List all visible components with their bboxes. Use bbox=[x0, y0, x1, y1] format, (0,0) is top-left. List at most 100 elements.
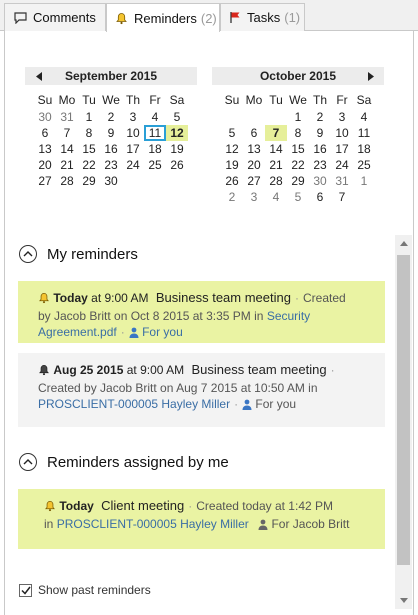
calendar-day[interactable]: 28 bbox=[56, 173, 78, 189]
calendar-day[interactable]: 9 bbox=[100, 125, 122, 141]
calendar-day[interactable]: 3 bbox=[243, 189, 265, 205]
my-reminders-header[interactable]: My reminders bbox=[19, 245, 138, 263]
calendar-grid: Su Mo Tu We Th Fr Sa 30 31 1 2 3 4 5 6 7 8 9 10 11 12 13 14 15 1… bbox=[34, 91, 197, 189]
show-past-reminders[interactable]: Show past reminders bbox=[19, 583, 151, 597]
calendar-day[interactable]: 17 bbox=[122, 141, 144, 157]
calendar-day[interactable]: 2 bbox=[309, 109, 331, 125]
calendar-day[interactable]: 12 bbox=[166, 125, 188, 141]
calendar-day[interactable]: 9 bbox=[309, 125, 331, 141]
calendar-day[interactable]: 4 bbox=[144, 109, 166, 125]
assigned-header[interactable]: Reminders assigned by me bbox=[19, 453, 229, 471]
calendar-day[interactable]: 5 bbox=[166, 109, 188, 125]
reminder-subject[interactable]: Business team meeting bbox=[156, 290, 291, 305]
calendar-day[interactable]: 23 bbox=[309, 157, 331, 173]
calendar-day[interactable]: 17 bbox=[331, 141, 353, 157]
calendar-day[interactable]: 2 bbox=[221, 189, 243, 205]
reminder-item[interactable]: Aug 25 2015 at 9:00 AM Business team mee… bbox=[18, 353, 385, 427]
reminder-item[interactable]: Today at 9:00 AM Business team meeting · C… bbox=[18, 281, 385, 343]
reminder-subject[interactable]: Business team meeting bbox=[191, 362, 326, 377]
calendar-day[interactable]: 18 bbox=[353, 141, 375, 157]
scrollbar-thumb[interactable] bbox=[397, 255, 410, 565]
calendar-day[interactable]: 20 bbox=[34, 157, 56, 173]
calendar-day[interactable]: 6 bbox=[243, 125, 265, 141]
calendar-day[interactable]: 7 bbox=[265, 125, 287, 141]
reminder-link[interactable]: PROSCLIENT-000005 Hayley Miller bbox=[38, 397, 230, 411]
calendar-day[interactable]: 8 bbox=[287, 125, 309, 141]
calendar-day[interactable]: 21 bbox=[56, 157, 78, 173]
calendar-day[interactable]: 29 bbox=[287, 173, 309, 189]
calendar-day[interactable]: 20 bbox=[243, 157, 265, 173]
reminder-subject[interactable]: Client meeting bbox=[101, 498, 184, 513]
calendar-day[interactable]: 15 bbox=[287, 141, 309, 157]
calendar-day[interactable]: 6 bbox=[309, 189, 331, 205]
reminder-for: For Jacob Britt bbox=[271, 517, 350, 531]
next-month-icon[interactable] bbox=[364, 70, 376, 82]
calendar-day[interactable]: 26 bbox=[221, 173, 243, 189]
reminder-for: For you bbox=[142, 325, 183, 339]
prev-month-icon[interactable] bbox=[33, 70, 45, 82]
calendar-day[interactable]: 16 bbox=[100, 141, 122, 157]
calendar-day[interactable]: 18 bbox=[144, 141, 166, 157]
calendar-day[interactable]: 30 bbox=[309, 173, 331, 189]
calendar-day[interactable]: 14 bbox=[265, 141, 287, 157]
calendar-day[interactable]: 30 bbox=[34, 109, 56, 125]
calendar-day[interactable]: 10 bbox=[331, 125, 353, 141]
calendar-day[interactable]: 8 bbox=[78, 125, 100, 141]
scroll-up-icon[interactable] bbox=[395, 235, 412, 252]
scroll-down-icon[interactable] bbox=[395, 592, 412, 609]
calendar-day[interactable]: 1 bbox=[78, 109, 100, 125]
tab-tasks[interactable]: Tasks (1) bbox=[220, 3, 305, 31]
calendar-day[interactable]: 4 bbox=[265, 189, 287, 205]
calendar-day[interactable]: 24 bbox=[331, 157, 353, 173]
calendar-day[interactable]: 4 bbox=[353, 109, 375, 125]
calendar-day[interactable]: 19 bbox=[166, 141, 188, 157]
calendar-day[interactable]: 27 bbox=[34, 173, 56, 189]
calendar-day[interactable]: 16 bbox=[309, 141, 331, 157]
tab-reminders[interactable]: Reminders (2) bbox=[106, 3, 220, 32]
calendar-day[interactable]: 11 bbox=[353, 125, 375, 141]
calendar-day[interactable]: 28 bbox=[265, 173, 287, 189]
show-past-checkbox[interactable] bbox=[19, 583, 32, 597]
calendar-day[interactable]: 31 bbox=[331, 173, 353, 189]
calendar-day[interactable]: 19 bbox=[221, 157, 243, 173]
calendar-day[interactable]: 14 bbox=[56, 141, 78, 157]
calendar-day[interactable]: 10 bbox=[122, 125, 144, 141]
calendar-day[interactable]: 3 bbox=[331, 109, 353, 125]
calendar-day[interactable]: 6 bbox=[34, 125, 56, 141]
tab-comments[interactable]: Comments bbox=[4, 3, 106, 31]
calendar-day[interactable]: 24 bbox=[122, 157, 144, 173]
reminder-link[interactable]: PROSCLIENT-000005 Hayley Miller bbox=[57, 517, 249, 531]
tab-count: (2) bbox=[200, 10, 217, 26]
calendar-day[interactable]: 11 bbox=[144, 125, 166, 141]
calendar-day[interactable]: 21 bbox=[265, 157, 287, 173]
weekday-label: Su bbox=[37, 93, 53, 107]
calendar-day[interactable]: 23 bbox=[100, 157, 122, 173]
calendar-day[interactable]: 5 bbox=[221, 125, 243, 141]
scrollbar[interactable] bbox=[395, 235, 412, 609]
calendar-day[interactable]: 1 bbox=[353, 173, 375, 189]
calendar-day[interactable]: 3 bbox=[122, 109, 144, 125]
calendar-day[interactable]: 7 bbox=[56, 125, 78, 141]
calendar-day[interactable]: 15 bbox=[78, 141, 100, 157]
calendar-day[interactable]: 29 bbox=[78, 173, 100, 189]
calendar-day[interactable]: 26 bbox=[166, 157, 188, 173]
calendar-day[interactable]: 30 bbox=[100, 173, 122, 189]
calendar-day[interactable]: 25 bbox=[144, 157, 166, 173]
calendar-day[interactable]: 22 bbox=[287, 157, 309, 173]
reminder-item[interactable]: Today Client meeting · Created today at 1:… bbox=[18, 489, 385, 549]
calendar-day[interactable]: 2 bbox=[100, 109, 122, 125]
calendar-day[interactable]: 22 bbox=[78, 157, 100, 173]
calendar-day[interactable]: 12 bbox=[221, 141, 243, 157]
calendar-day[interactable]: 25 bbox=[353, 157, 375, 173]
reminder-date: Today bbox=[53, 291, 88, 305]
calendar-day[interactable]: 31 bbox=[56, 109, 78, 125]
calendar-day[interactable]: 13 bbox=[243, 141, 265, 157]
calendar-day[interactable]: 27 bbox=[243, 173, 265, 189]
collapse-icon[interactable] bbox=[19, 453, 37, 471]
calendar-day[interactable]: 13 bbox=[34, 141, 56, 157]
calendar-day bbox=[221, 109, 243, 125]
calendar-day[interactable]: 5 bbox=[287, 189, 309, 205]
collapse-icon[interactable] bbox=[19, 245, 37, 263]
calendar-day[interactable]: 1 bbox=[287, 109, 309, 125]
calendar-day[interactable]: 7 bbox=[331, 189, 353, 205]
